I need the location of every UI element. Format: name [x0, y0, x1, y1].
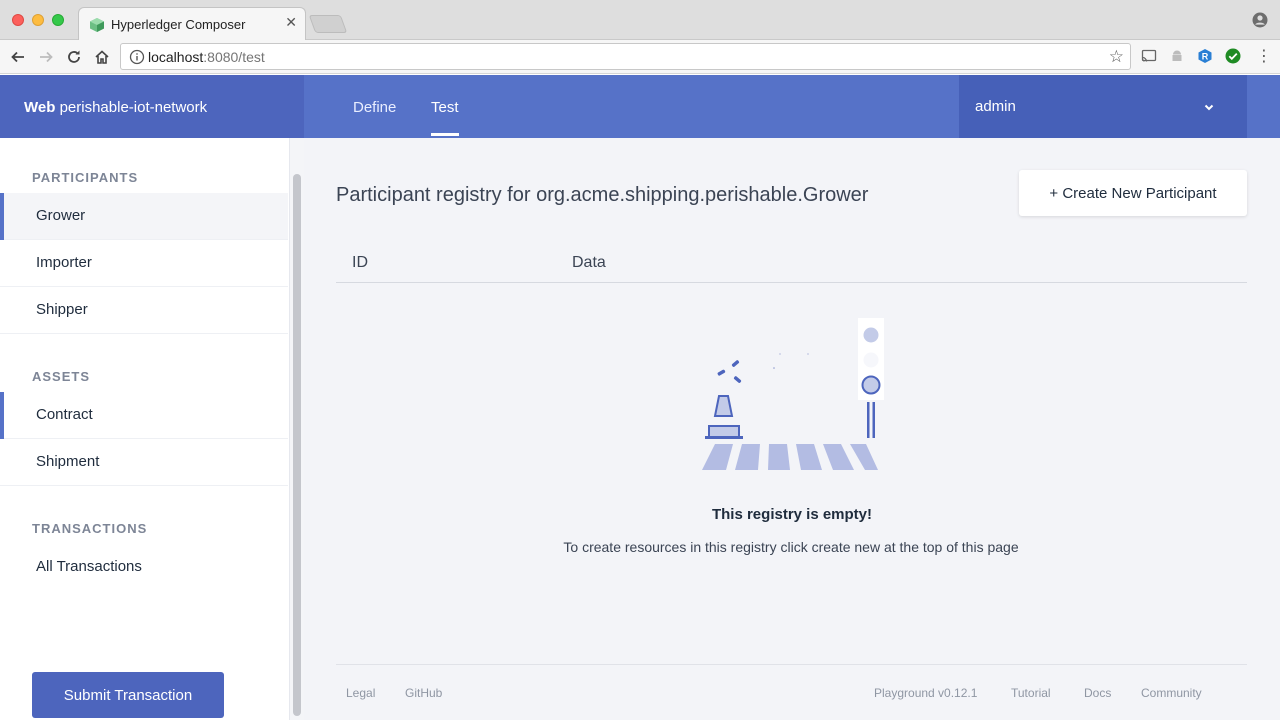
tab-define[interactable]: Define — [353, 99, 396, 116]
url-port-path: :8080/test — [203, 49, 265, 65]
sidebar-scrollbar[interactable] — [290, 138, 304, 720]
sidebar-item-all-transactions[interactable]: All Transactions — [0, 544, 288, 591]
new-tab-button[interactable] — [308, 15, 348, 33]
address-bar[interactable]: localhost:8080/test ☆ — [120, 43, 1131, 70]
tab-title: Hyperledger Composer — [111, 17, 246, 32]
url-host: localhost — [148, 49, 204, 65]
back-icon[interactable] — [8, 47, 28, 67]
reload-icon[interactable] — [64, 47, 84, 67]
sidebar-item-label: Shipper — [36, 301, 88, 318]
sidebar-item-contract[interactable]: Contract — [0, 392, 288, 439]
window-zoom-button[interactable] — [52, 14, 64, 26]
footer-link-docs[interactable]: Docs — [1084, 686, 1111, 700]
browser-tab-strip: Hyperledger Composer ✕ — [0, 0, 1280, 40]
scrollbar-thumb[interactable] — [293, 174, 301, 716]
create-new-participant-button[interactable]: + Create New Participant — [1019, 170, 1247, 216]
sidebar-item-label: Grower — [36, 207, 86, 224]
brand-prefix: Web — [24, 99, 56, 116]
sidebar-item-label: All Transactions — [36, 558, 142, 575]
check-extension-icon[interactable] — [1225, 48, 1241, 64]
android-extension-icon[interactable] — [1169, 48, 1185, 64]
sidebar-heading-transactions: TRANSACTIONS — [32, 521, 148, 536]
app-header: Web perishable-iot-network Define Test a… — [0, 75, 1280, 138]
home-icon[interactable] — [92, 47, 112, 67]
site-info-icon[interactable] — [129, 49, 145, 65]
browser-menu-icon[interactable]: ⋮ — [1256, 48, 1272, 65]
sidebar: PARTICIPANTS Grower Importer Shipper ASS… — [0, 138, 290, 720]
tab-test[interactable]: Test — [431, 99, 459, 116]
footer-link-github[interactable]: GitHub — [405, 686, 442, 700]
profile-icon[interactable] — [1252, 12, 1268, 28]
empty-registry-illustration-icon — [702, 318, 884, 470]
sidebar-item-label: Contract — [36, 406, 93, 423]
active-tab-indicator — [431, 133, 459, 136]
column-header-id: ID — [352, 254, 368, 271]
r-extension-icon[interactable]: R — [1197, 48, 1213, 64]
user-name: admin — [975, 98, 1016, 115]
bookmark-star-icon[interactable]: ☆ — [1109, 47, 1124, 67]
footer-link-community[interactable]: Community — [1141, 686, 1202, 700]
footer-link-legal[interactable]: Legal — [346, 686, 375, 700]
sidebar-heading-participants: PARTICIPANTS — [32, 170, 139, 185]
column-header-data: Data — [572, 254, 606, 271]
registry-table-header: ID Data — [336, 250, 1247, 283]
forward-icon[interactable] — [36, 47, 56, 67]
submit-transaction-button[interactable]: Submit Transaction — [32, 672, 224, 718]
url-text: localhost:8080/test — [148, 49, 265, 65]
main-content: Participant registry for org.acme.shippi… — [304, 138, 1280, 720]
footer-version: Playground v0.12.1 — [874, 686, 978, 700]
empty-state-text: To create resources in this registry cli… — [563, 539, 1019, 555]
cast-icon[interactable] — [1141, 48, 1157, 64]
sidebar-item-shipment[interactable]: Shipment — [0, 439, 288, 486]
sidebar-item-label: Shipment — [36, 453, 100, 470]
browser-tab[interactable]: Hyperledger Composer ✕ — [78, 7, 306, 40]
network-name: perishable-iot-network — [59, 99, 208, 116]
sidebar-item-grower[interactable]: Grower — [0, 193, 288, 240]
chevron-down-icon — [1204, 104, 1214, 111]
window-minimize-button[interactable] — [32, 14, 44, 26]
svg-text:R: R — [1202, 52, 1209, 62]
composer-favicon-icon — [90, 18, 104, 32]
sidebar-item-label: Importer — [36, 254, 92, 271]
tab-close-icon[interactable]: ✕ — [285, 14, 297, 31]
browser-toolbar: localhost:8080/test ☆ R ⋮ — [0, 40, 1280, 74]
sidebar-item-importer[interactable]: Importer — [0, 240, 288, 287]
footer-divider — [336, 664, 1247, 665]
sidebar-heading-assets: ASSETS — [32, 369, 91, 384]
page-title: Participant registry for org.acme.shippi… — [336, 184, 869, 206]
footer-link-tutorial[interactable]: Tutorial — [1011, 686, 1051, 700]
brand-logo: Web perishable-iot-network — [0, 75, 304, 138]
sidebar-item-shipper[interactable]: Shipper — [0, 287, 288, 334]
window-close-button[interactable] — [12, 14, 24, 26]
user-menu[interactable]: admin — [959, 75, 1247, 138]
empty-state-title: This registry is empty! — [711, 506, 873, 523]
